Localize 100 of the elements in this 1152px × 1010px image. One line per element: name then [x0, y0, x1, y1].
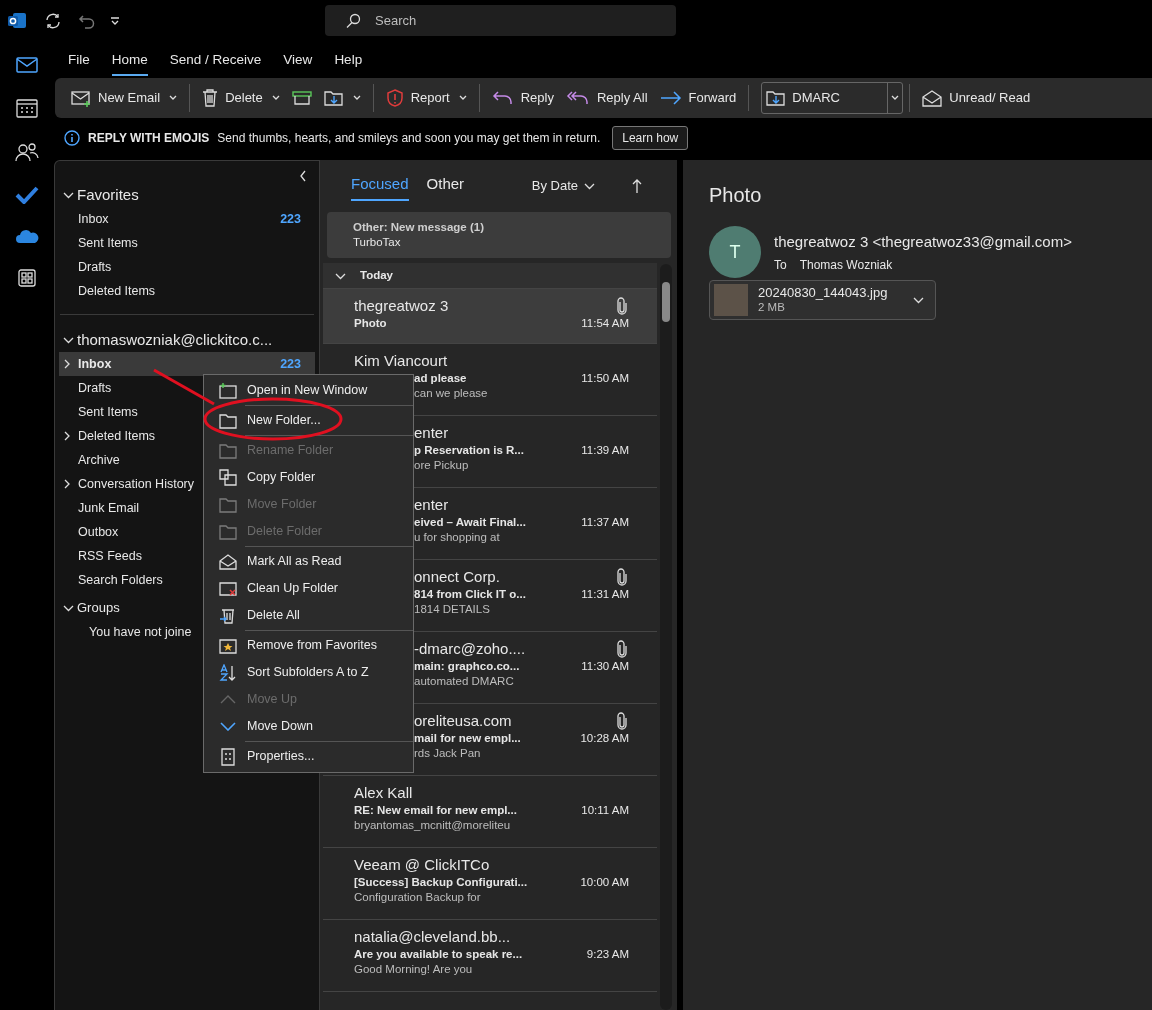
chevron-down-icon[interactable]: [913, 296, 925, 304]
folder-dropdown[interactable]: DMARC: [761, 82, 904, 114]
folder-icon: [219, 411, 237, 430]
message-subject: main: graphco.co...: [414, 659, 520, 674]
folder-name: Inbox: [78, 355, 112, 373]
annotation-line: [153, 368, 215, 406]
learn-how-button[interactable]: Learn how: [612, 126, 689, 150]
chevron-up-icon: [220, 695, 236, 704]
message-sender: thegreatwoz 3: [354, 296, 449, 315]
trash-icon: [202, 89, 219, 107]
email-subject: Photo: [709, 183, 763, 208]
list-tab[interactable]: Focused: [351, 171, 409, 201]
message-sender: enter: [414, 423, 449, 442]
cloud-icon[interactable]: [15, 228, 39, 244]
message-subject: p Reservation is R...: [414, 443, 524, 458]
ribbon-button[interactable]: New Email: [65, 84, 184, 112]
ribbon-button[interactable]: Report: [372, 84, 473, 112]
to-label: To: [774, 256, 787, 274]
message-subject: RE: New email for new empl...: [354, 803, 517, 818]
other-inbox-banner[interactable]: Other: New message (1) TurboTax: [327, 212, 671, 258]
message-preview: Good Morning! Are you: [354, 962, 473, 977]
caret-icon[interactable]: [352, 95, 361, 101]
ribbon-button[interactable]: Forward: [653, 84, 743, 112]
message-sender: Kim Viancourt: [354, 351, 448, 370]
folder-name: Deleted Items: [78, 282, 156, 300]
message-sender: onnect Corp.: [414, 567, 500, 586]
sender-address: thegreatwoz 3 <thegreatwoz33@gmail.com>: [774, 232, 1072, 252]
folder-section-title[interactable]: Favorites: [77, 183, 139, 207]
ribbon-button[interactable]: Delete: [189, 84, 286, 112]
message-subject: ad please: [414, 371, 467, 386]
folder-item[interactable]: Inbox 223: [55, 207, 319, 231]
message-time: 10:11 AM: [581, 803, 629, 818]
message-item[interactable]: Alex Kall RE: New email for new empl... bryantomas_mcnitt@moreliteu 10:11 AM: [323, 776, 657, 848]
apps-icon[interactable]: [17, 268, 37, 288]
calendar-icon[interactable]: [16, 98, 38, 118]
paperclip-icon: [617, 712, 627, 730]
folder-name: Sent Items: [78, 234, 138, 252]
dropdown-value: DMARC: [792, 89, 841, 108]
message-item[interactable]: Veeam @ ClickITCo [Success] Backup Configurati... Configuration Backup for 10:00 AM: [323, 848, 657, 920]
folder-section-title[interactable]: Groups: [77, 598, 120, 618]
menu-tab[interactable]: Help: [334, 43, 363, 77]
chevron-down-icon: [335, 271, 346, 280]
new-window-icon: [219, 381, 237, 400]
banner-title: Other: New message (1): [353, 220, 485, 235]
folder-item[interactable]: Drafts: [55, 255, 319, 279]
checkmark-icon[interactable]: [15, 186, 39, 204]
move-folder-icon: [323, 89, 344, 107]
caret-icon[interactable]: [458, 95, 467, 101]
caret-icon[interactable]: [891, 95, 900, 101]
search-icon: [345, 12, 361, 29]
chevron-down-icon[interactable]: [63, 190, 74, 200]
folder-item[interactable]: Inbox 223: [59, 352, 315, 376]
banner-sender: TurboTax: [353, 234, 402, 250]
sort-dropdown[interactable]: By Date: [525, 175, 601, 197]
message-sender: natalia@cleveland.bb...: [354, 927, 511, 946]
message-time: 11:30 AM: [581, 659, 629, 674]
archive-icon: [291, 90, 312, 106]
ribbon-button[interactable]: Reply All: [560, 84, 654, 112]
attachment-size: 2 MB: [758, 300, 786, 315]
message-item[interactable]: natalia@cleveland.bb... Are you available to speak re... Good Morning! Are you 9:23 AM: [323, 920, 657, 992]
people-icon[interactable]: [15, 142, 39, 162]
folder-section-title[interactable]: thomaswozniak@clickitco.c...: [77, 328, 273, 352]
info-icon: [64, 130, 80, 146]
message-time: 10:28 AM: [580, 731, 629, 746]
menu-tab[interactable]: Send / Receive: [169, 43, 262, 77]
message-subject: eived – Await Final...: [414, 515, 526, 530]
folder-item[interactable]: Deleted Items: [55, 279, 319, 303]
message-sender: Veeam @ ClickITCo: [354, 855, 490, 874]
attachment-card[interactable]: 20240830_144043.jpg 2 MB: [709, 280, 936, 320]
customize-caret-icon[interactable]: [110, 17, 120, 25]
avatar-circle: T: [709, 226, 761, 278]
message-preview: 1814 DETAILS: [414, 602, 490, 617]
sort-direction-icon[interactable]: [631, 178, 643, 194]
list-tab[interactable]: Other: [426, 171, 465, 201]
chevron-right-icon: [63, 479, 70, 489]
ribbon-button[interactable]: Reply: [478, 84, 560, 112]
caret-icon[interactable]: [169, 95, 178, 101]
scrollbar[interactable]: [660, 264, 672, 1010]
chevron-down-icon[interactable]: [63, 603, 74, 613]
move-folder-icon: [766, 89, 787, 107]
chevron-down-icon: [584, 182, 595, 190]
info-text: Send thumbs, hearts, and smileys and soon you may get them in return.: [217, 130, 601, 147]
recipient-name: Thomas Wozniak: [799, 256, 893, 274]
message-sender: enter: [414, 495, 449, 514]
menu-tab[interactable]: Home: [111, 43, 148, 77]
menu-tab[interactable]: File: [68, 43, 90, 77]
caret-icon[interactable]: [271, 95, 280, 101]
search-field[interactable]: Search: [325, 5, 676, 36]
folder-name: Deleted Items: [78, 427, 156, 445]
sync-icon[interactable]: [44, 12, 62, 30]
mail-icon[interactable]: [16, 56, 38, 74]
message-item[interactable]: thegreatwoz 3 Photo 11:54 AM: [323, 289, 657, 344]
date-group-header[interactable]: Today: [323, 263, 657, 289]
collapse-icon[interactable]: [299, 170, 307, 182]
chevron-down-icon[interactable]: [63, 335, 74, 345]
new-mail-icon: [71, 89, 91, 107]
menu-tab[interactable]: View: [283, 43, 313, 77]
folder-item[interactable]: Sent Items: [55, 231, 319, 255]
ribbon-button[interactable]: Unread/ Read: [909, 84, 1037, 112]
undo-icon[interactable]: [78, 12, 96, 30]
